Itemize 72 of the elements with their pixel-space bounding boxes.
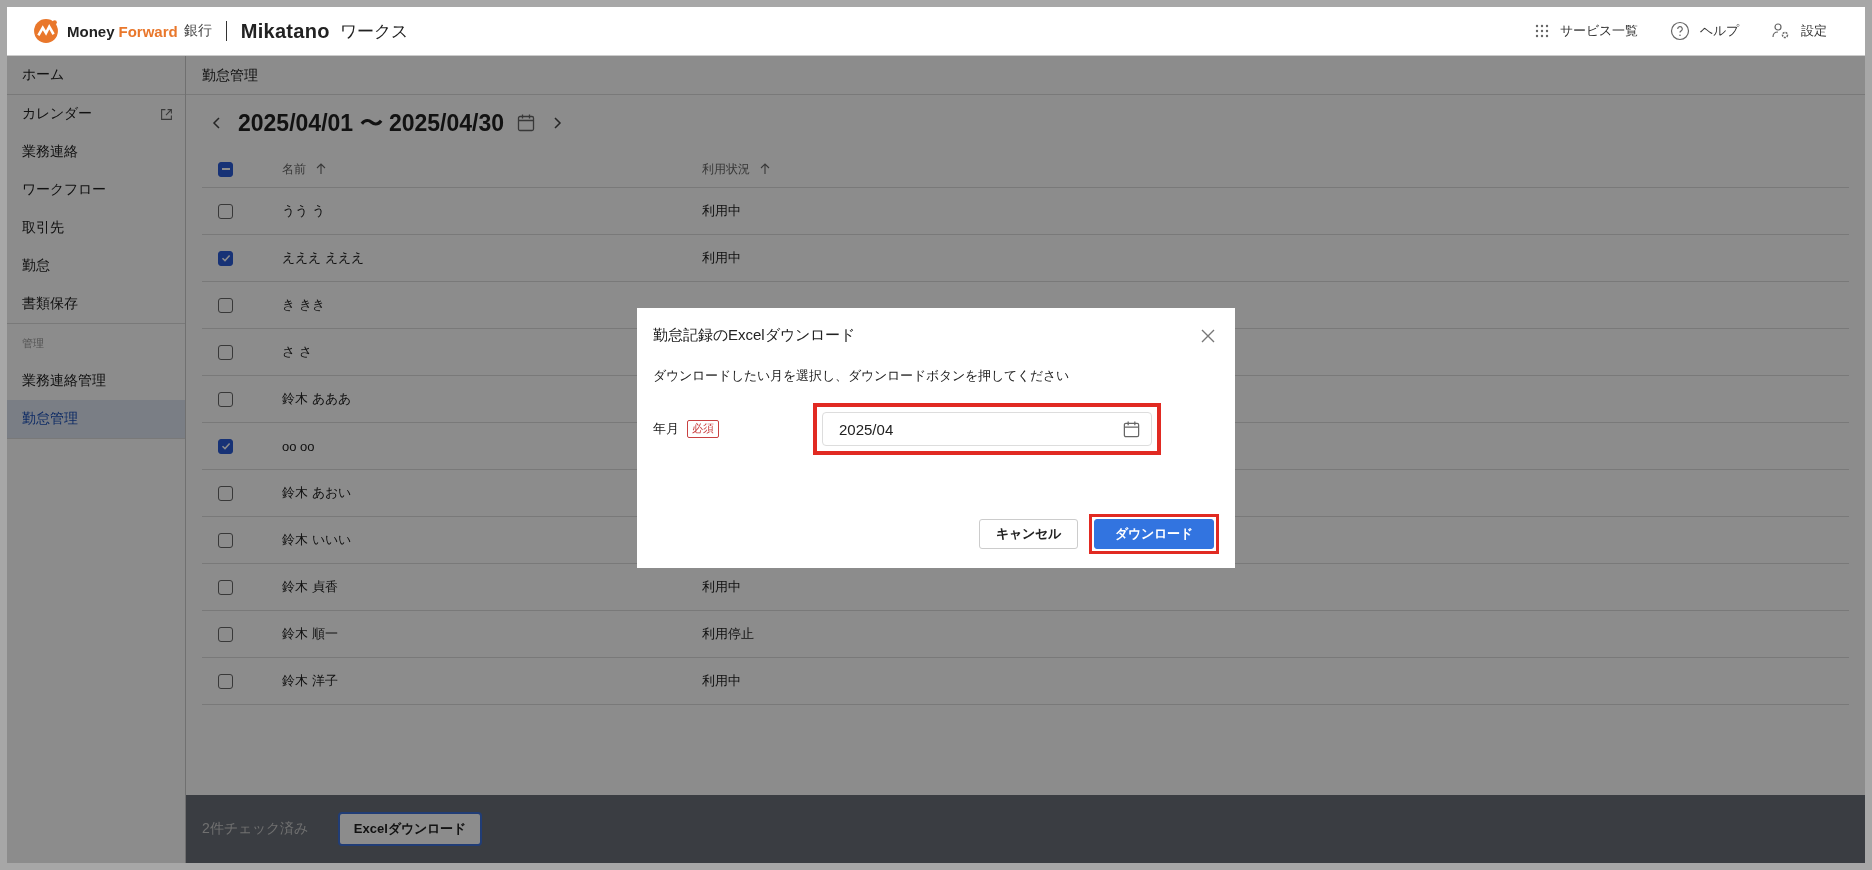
header-link[interactable]: 設定 — [1771, 21, 1827, 41]
sidebar-item[interactable]: 業務連絡管理 — [7, 362, 185, 400]
table-cell: 鈴木 順一 — [282, 625, 338, 643]
header-link[interactable]: サービス一覧 — [1534, 22, 1638, 40]
table-cell: 鈴木 洋子 — [282, 672, 338, 690]
table-cell: 利用中 — [702, 578, 741, 596]
sidebar-item[interactable]: 業務連絡 — [7, 133, 185, 171]
row-checkbox[interactable] — [218, 391, 233, 407]
header-link[interactable]: ヘルプ — [1670, 21, 1739, 41]
column-header[interactable]: 利用状況 — [702, 160, 750, 178]
table-cell: 鈴木 あああ — [282, 390, 351, 408]
sidebar-item[interactable]: カレンダー — [7, 95, 185, 133]
table-cell: 鈴木 貞香 — [282, 578, 338, 596]
dialog-message: ダウンロードしたい月を選択し、ダウンロードボタンを押してください — [653, 367, 1070, 385]
row-checkbox[interactable] — [218, 203, 233, 219]
date-range: 2025/04/01 〜 2025/04/30 — [238, 108, 504, 138]
table-cell: 利用停止 — [702, 625, 754, 643]
calendar-icon — [1122, 419, 1141, 439]
logo-text: Mikatano — [240, 19, 330, 43]
sidebar-item[interactable]: ホーム — [7, 56, 185, 95]
cancel-button[interactable]: キャンセル — [979, 519, 1078, 549]
logo-icon — [33, 18, 59, 44]
row-checkbox[interactable] — [218, 626, 233, 642]
dash-icon — [221, 168, 230, 170]
check-icon — [219, 440, 232, 452]
dialog-title: 勤怠記録のExcelダウンロード — [653, 326, 855, 345]
user-gear-icon — [1771, 21, 1791, 41]
grid-icon — [1534, 23, 1550, 39]
check-icon — [219, 252, 232, 264]
logo-text: 銀行 — [183, 22, 212, 40]
excel-download-button[interactable]: Excelダウンロード — [337, 812, 482, 846]
table-cell: 鈴木 いいい — [282, 531, 351, 549]
table-cell: 利用中 — [702, 202, 741, 220]
sidebar-item[interactable]: 勤怠管理 — [7, 400, 185, 439]
sort-arrow-icon[interactable] — [316, 163, 326, 175]
select-all-checkbox[interactable] — [218, 161, 233, 177]
table-cell: うう う — [282, 202, 325, 220]
sidebar-item[interactable]: ワークフロー — [7, 171, 185, 209]
table-cell: き きき — [282, 296, 325, 314]
row-checkbox[interactable] — [218, 250, 233, 266]
logo-text: Forward — [118, 22, 178, 40]
row-checkbox[interactable] — [218, 297, 233, 313]
calendar-icon[interactable] — [516, 113, 536, 133]
table-cell: oo oo — [282, 438, 315, 454]
column-header[interactable]: 名前 — [282, 160, 306, 178]
field-label: 年月 — [653, 420, 679, 438]
sidebar-item[interactable]: 取引先 — [7, 209, 185, 247]
external-link-icon — [160, 107, 173, 121]
chevron-left-icon — [212, 116, 222, 130]
close-icon[interactable] — [1201, 328, 1215, 343]
logo-text: ワークス — [339, 20, 408, 43]
table-cell: さ さ — [282, 343, 312, 361]
row-checkbox[interactable] — [218, 344, 233, 360]
required-badge: 必須 — [687, 420, 719, 438]
row-checkbox[interactable] — [218, 673, 233, 689]
table-cell: 利用中 — [702, 672, 741, 690]
sort-arrow-icon[interactable] — [760, 163, 770, 175]
sidebar-item[interactable]: 書類保存 — [7, 285, 185, 324]
help-icon — [1670, 21, 1690, 41]
table-cell: 鈴木 あおい — [282, 484, 351, 502]
month-field[interactable]: 2025/04 — [822, 412, 1152, 446]
row-checkbox[interactable] — [218, 532, 233, 548]
row-checkbox[interactable] — [218, 485, 233, 501]
table-cell: 利用中 — [702, 249, 741, 267]
chevron-right-icon — [552, 116, 562, 130]
logo-text: Money — [67, 22, 115, 40]
sidebar-item[interactable]: 勤怠 — [7, 247, 185, 285]
download-button[interactable]: ダウンロード — [1094, 519, 1214, 549]
row-checkbox[interactable] — [218, 579, 233, 595]
page-title: 勤怠管理 — [186, 56, 1865, 95]
row-checkbox[interactable] — [218, 438, 233, 454]
table-cell: えええ えええ — [282, 249, 364, 267]
